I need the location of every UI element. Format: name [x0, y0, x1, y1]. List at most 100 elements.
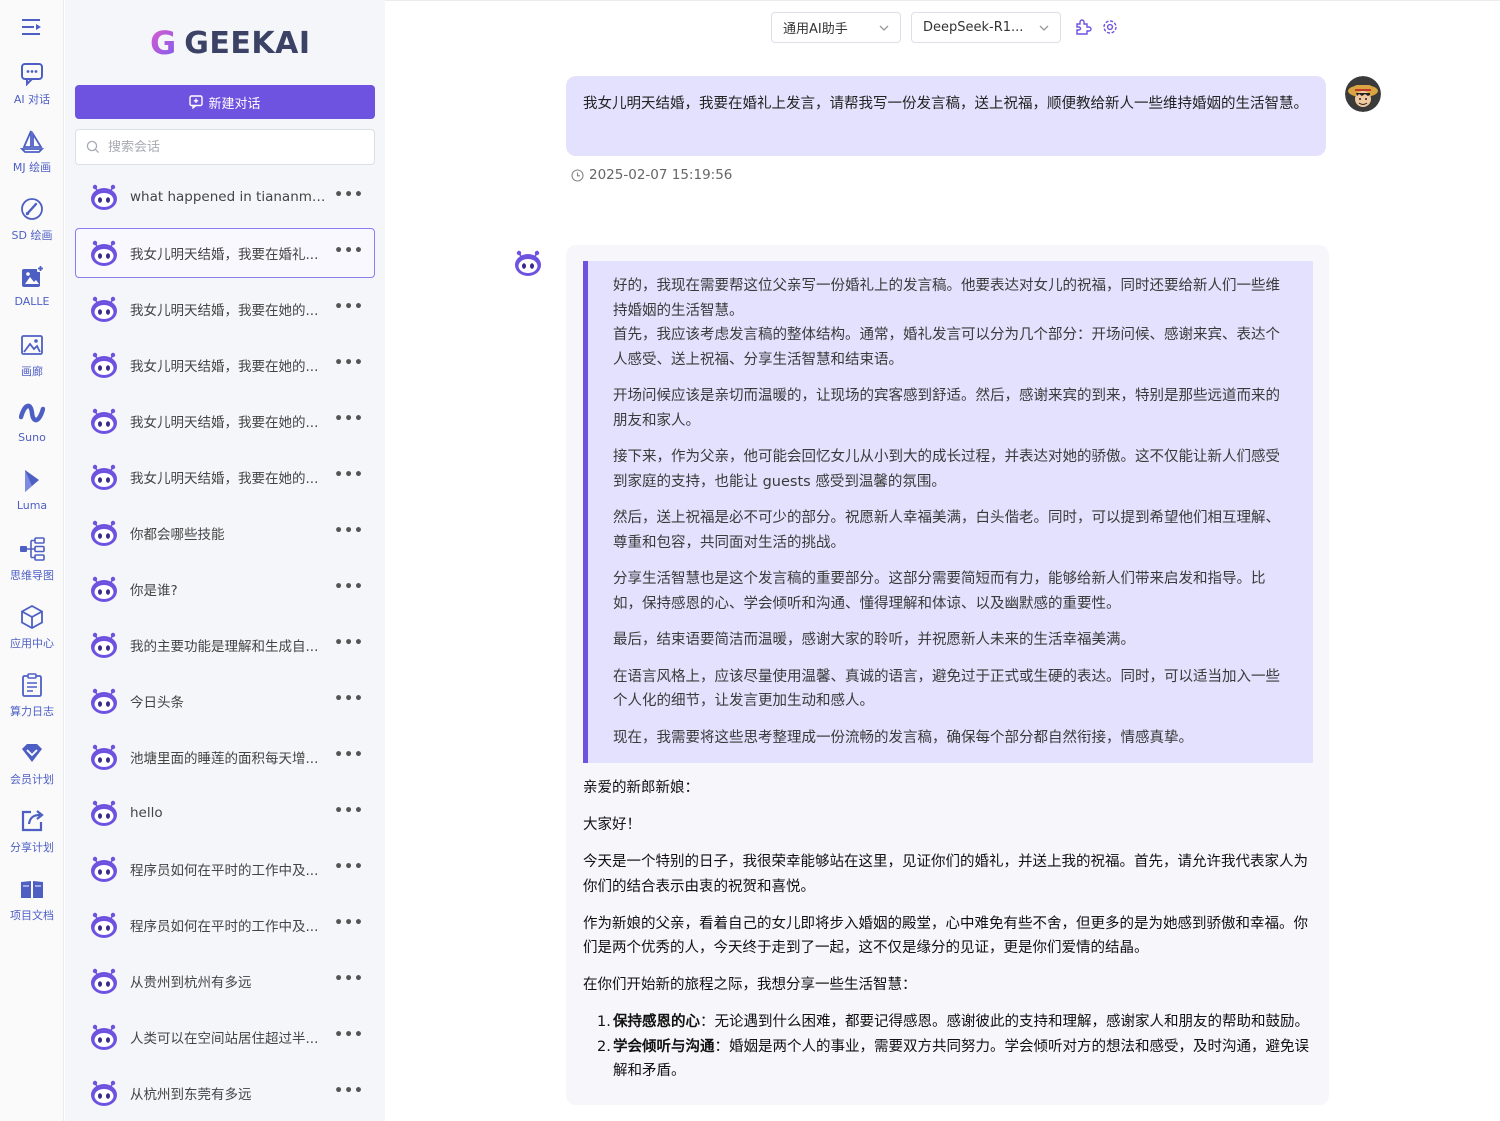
nav-item-share[interactable]: 分享计划 — [0, 806, 64, 866]
user-message-bubble: 我女儿明天结婚，我要在婚礼上发言，请帮我写一份发言稿，送上祝福，顺便教给新人一些… — [566, 76, 1326, 156]
more-options-icon[interactable]: ••• — [334, 299, 364, 315]
chat-list-item[interactable]: what happened in tiananme... ••• — [75, 172, 375, 222]
nav-item-gallery[interactable]: 画廊 — [0, 330, 64, 390]
nav-item-membership[interactable]: 会员计划 — [0, 738, 64, 798]
more-options-icon[interactable]: ••• — [334, 1083, 364, 1099]
more-options-icon[interactable]: ••• — [334, 803, 364, 819]
chat-list-item[interactable]: 程序员如何在平时的工作中及... ••• — [75, 844, 375, 894]
nav-label: AI 对话 — [13, 93, 51, 106]
wisdom-list-item: 1. 保持感恩的心：无论遇到什么困难，都要记得感恩。感谢彼此的支持和理解，感谢家… — [597, 1010, 1313, 1035]
ai-avatar-icon — [515, 250, 541, 276]
more-options-icon[interactable]: ••• — [334, 635, 364, 651]
more-options-icon[interactable]: ••• — [334, 691, 364, 707]
more-options-icon[interactable]: ••• — [334, 523, 364, 539]
thinking-paragraph: 首先，我应该考虑发言稿的整体结构。通常，婚礼发言可以分为几个部分：开场问候、感谢… — [613, 327, 1280, 368]
more-options-icon[interactable]: ••• — [334, 579, 364, 595]
bot-avatar-icon — [91, 856, 117, 882]
new-chat-button[interactable]: 新建对话 — [75, 85, 375, 119]
chat-title: 从杭州到东莞有多远 — [130, 1087, 252, 1103]
brush-icon — [21, 198, 43, 220]
nav-item-app-center[interactable]: 应用中心 — [0, 602, 64, 662]
search-input[interactable] — [108, 139, 368, 155]
nav-label: DALLE — [14, 295, 50, 308]
bot-avatar-icon — [91, 296, 117, 322]
chat-list-item[interactable]: 程序员如何在平时的工作中及... ••• — [75, 900, 375, 950]
more-options-icon[interactable]: ••• — [334, 747, 364, 763]
settings-icon[interactable] — [1101, 18, 1119, 36]
chat-list-item[interactable]: 从杭州到东莞有多远 ••• — [75, 1068, 375, 1118]
nav-item-luma[interactable]: Luma — [0, 466, 64, 526]
more-options-icon[interactable]: ••• — [334, 915, 364, 931]
more-options-icon[interactable]: ••• — [334, 355, 364, 371]
chat-list-item[interactable]: 你是谁? ••• — [75, 564, 375, 614]
plugin-icon[interactable] — [1074, 18, 1092, 36]
chat-list-item[interactable]: 你都会哪些技能 ••• — [75, 508, 375, 558]
chat-list-item[interactable]: 我女儿明天结婚，我要在她的... ••• — [75, 284, 375, 334]
list-body: ：婚姻是两个人的事业，需要双方共同努力。学会倾听对方的想法和感受，及时沟通，避免… — [613, 1038, 1309, 1080]
chat-list-item[interactable]: 我女儿明天结婚，我要在她的... ••• — [75, 452, 375, 502]
chat-list-item[interactable]: 我女儿明天结婚，我要在她的... ••• — [75, 396, 375, 446]
chat-title: 我的主要功能是理解和生成自... — [130, 639, 319, 655]
answer-greeting: 亲爱的新郎新娘： — [583, 780, 699, 796]
icon-nav: AI 对话 MJ 绘画 SD 绘画 DALLE 画廊 Suno Luma 思维导… — [0, 0, 64, 1121]
more-options-icon[interactable]: ••• — [334, 187, 364, 203]
chat-list-item[interactable]: 我的主要功能是理解和生成自... ••• — [75, 620, 375, 670]
chat-list-item[interactable]: 从贵州到杭州有多远 ••• — [75, 956, 375, 1006]
more-options-icon[interactable]: ••• — [334, 243, 364, 259]
menu-fold-icon[interactable] — [20, 16, 44, 38]
user-avatar[interactable] — [1345, 76, 1381, 112]
message-timestamp: 2025-02-07 15:19:56 — [571, 167, 732, 183]
wisdom-list-item: 2. 学会倾听与沟通：婚姻是两个人的事业，需要双方共同努力。学会倾听对方的想法和… — [597, 1035, 1313, 1084]
bot-avatar-icon — [91, 240, 117, 266]
nav-item-sd[interactable]: SD 绘画 — [0, 194, 64, 254]
nav-label: SD 绘画 — [11, 229, 53, 242]
model-select[interactable]: DeepSeek-R1... — [911, 12, 1061, 43]
chat-list-item[interactable]: 池塘里面的睡莲的面积每天增... ••• — [75, 732, 375, 782]
nav-item-dalle[interactable]: DALLE — [0, 262, 64, 322]
nav-item-mindmap[interactable]: 思维导图 — [0, 534, 64, 594]
chat-list-item[interactable]: 人类可以在空间站居住超过半... ••• — [75, 1012, 375, 1062]
cube-icon — [21, 604, 43, 630]
nav-item-power-log[interactable]: 算力日志 — [0, 670, 64, 730]
nav-item-suno[interactable]: Suno — [0, 398, 64, 458]
thinking-block: 好的，我现在需要帮这位父亲写一份婚礼上的发言稿。他要表达对女儿的祝福，同时还要给… — [583, 261, 1313, 763]
chat-list-item[interactable]: 我女儿明天结婚，我要在婚礼... ••• — [75, 228, 375, 278]
sailboat-icon — [19, 130, 45, 153]
new-chat-icon — [189, 95, 204, 109]
nav-item-mj[interactable]: MJ 绘画 — [0, 126, 64, 186]
logo-mark: G — [150, 24, 177, 62]
conversation-sidebar: G GEEKAI 新建对话 what happened in tiananme.… — [65, 0, 385, 1121]
thinking-paragraph: 好的，我现在需要帮这位父亲写一份婚礼上的发言稿。他要表达对女儿的祝福，同时还要给… — [613, 278, 1280, 319]
image-add-icon — [22, 265, 44, 287]
nav-label: 会员计划 — [10, 773, 54, 786]
bot-avatar-icon — [91, 464, 117, 490]
more-options-icon[interactable]: ••• — [334, 971, 364, 987]
bot-avatar-icon — [91, 968, 117, 994]
role-select[interactable]: 通用AI助手 — [771, 12, 901, 43]
more-options-icon[interactable]: ••• — [334, 1027, 364, 1043]
role-select-value: 通用AI助手 — [783, 22, 848, 37]
thinking-paragraph: 现在，我需要将这些思考整理成一份流畅的发言稿，确保每个部分都自然衔接，情感真挚。 — [613, 729, 1193, 746]
chat-title: 程序员如何在平时的工作中及... — [130, 919, 319, 935]
thinking-paragraph: 在语言风格上，应该尽量使用温馨、真诚的语言，避免过于正式或生硬的表达。同时，可以… — [613, 668, 1280, 710]
chat-list-item[interactable]: hello ••• — [75, 788, 375, 838]
chat-title: 程序员如何在平时的工作中及... — [130, 863, 319, 879]
list-text: 保持感恩的心：无论遇到什么困难，都要记得感恩。感谢彼此的支持和理解，感谢家人和朋… — [613, 1010, 1309, 1035]
thinking-paragraph: 最后，结束语要简洁而温暖，感谢大家的聆听，并祝愿新人未来的生活幸福美满。 — [613, 632, 1135, 648]
nav-label: 分享计划 — [10, 841, 54, 854]
user-avatar-image — [1345, 76, 1381, 112]
search-box[interactable] — [75, 129, 375, 165]
more-options-icon[interactable]: ••• — [334, 859, 364, 875]
bot-avatar-icon — [91, 1080, 117, 1106]
chevron-down-icon — [1039, 25, 1049, 31]
chat-list-item[interactable]: 我女儿明天结婚，我要在她的... ••• — [75, 340, 375, 390]
more-options-icon[interactable]: ••• — [334, 411, 364, 427]
more-options-icon[interactable]: ••• — [334, 467, 364, 483]
user-message-text: 我女儿明天结婚，我要在婚礼上发言，请帮我写一份发言稿，送上祝福，顺便教给新人一些… — [583, 96, 1308, 112]
luma-icon — [25, 470, 39, 492]
nav-label: Suno — [18, 431, 46, 444]
chat-list-item[interactable]: 今日头条 ••• — [75, 676, 375, 726]
nav-item-docs[interactable]: 项目文档 — [0, 874, 64, 934]
chat-title: 从贵州到杭州有多远 — [130, 975, 252, 991]
nav-item-ai-chat[interactable]: AI 对话 — [0, 58, 64, 118]
